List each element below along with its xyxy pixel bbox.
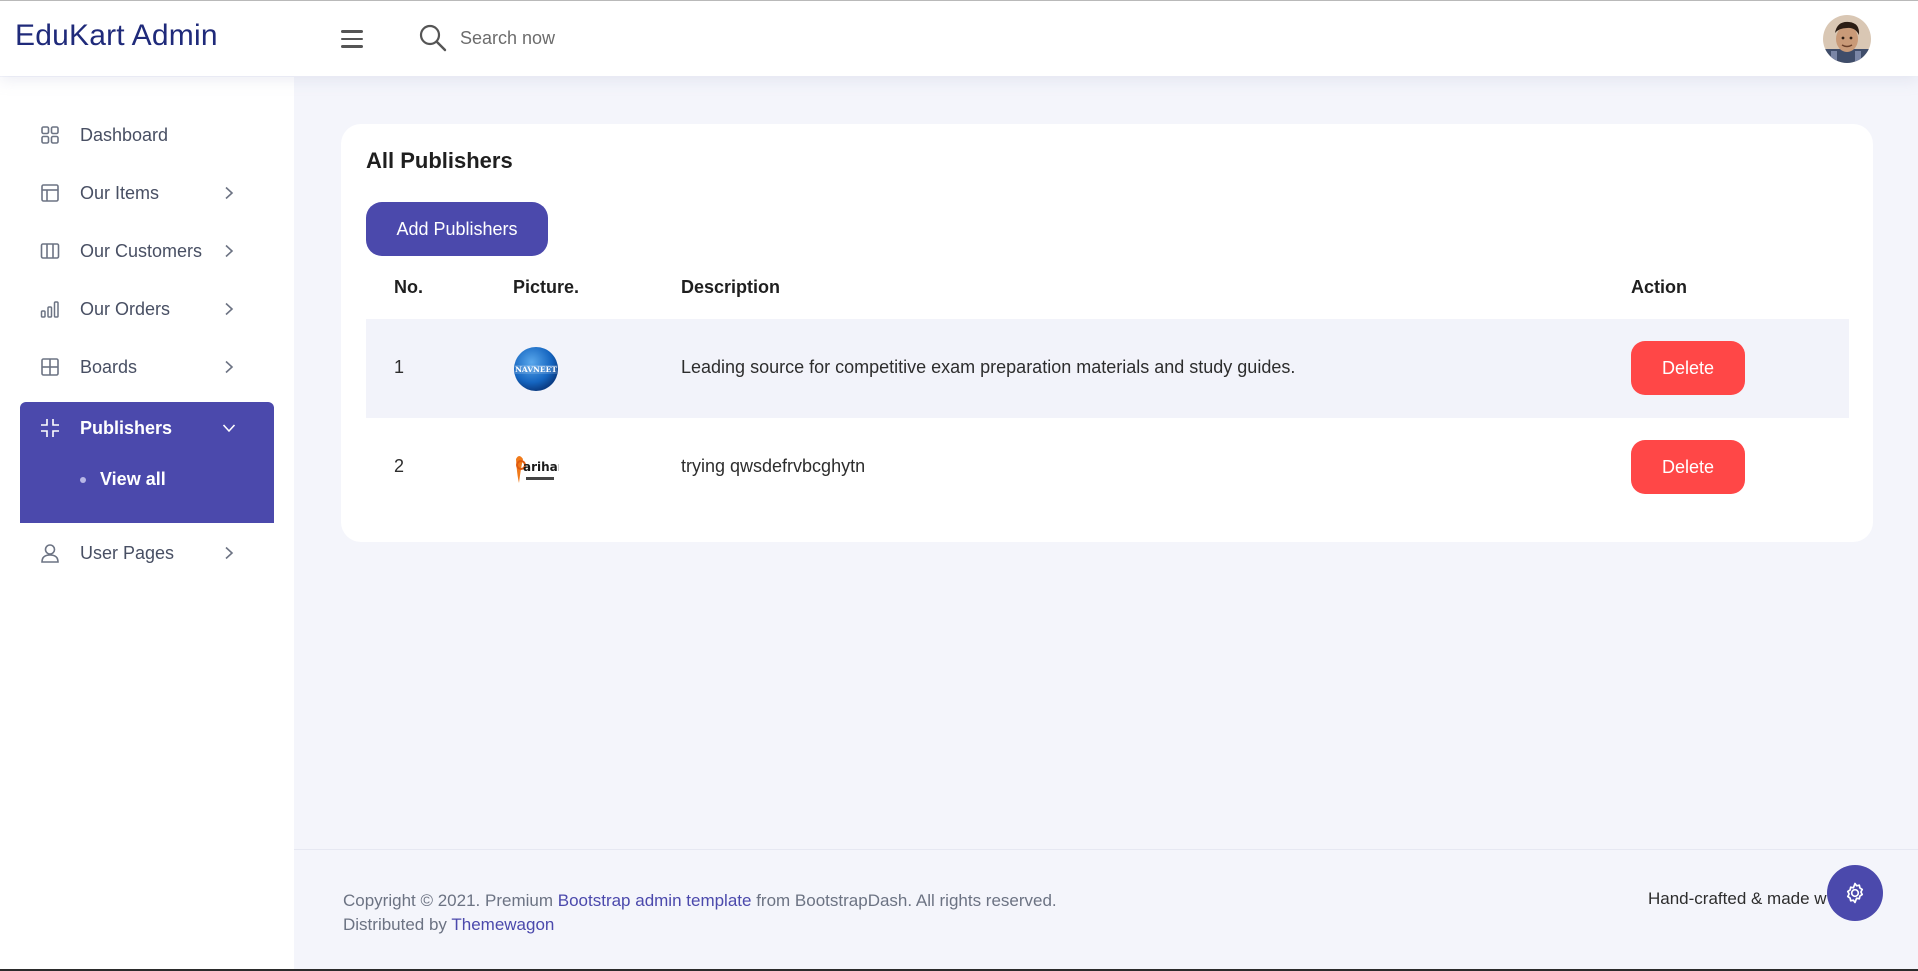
- chevron-right-icon: [225, 244, 234, 258]
- gear-icon: [1846, 882, 1864, 904]
- sidebar-item-our-customers[interactable]: Our Customers: [20, 225, 274, 277]
- chevron-right-icon: [225, 186, 234, 200]
- page-title: All Publishers: [366, 148, 513, 173]
- bullet-icon: [80, 476, 86, 483]
- publisher-logo: NAVNEET: [513, 346, 559, 392]
- add-publishers-button[interactable]: Add Publishers: [366, 202, 548, 256]
- sidebar-item-boards[interactable]: Boards: [20, 341, 274, 393]
- chevron-right-icon: [225, 302, 234, 316]
- sidebar-item-our-orders[interactable]: Our Orders: [20, 283, 274, 335]
- sidebar-item-label: Our Items: [80, 182, 160, 203]
- columns-icon: [40, 243, 60, 259]
- row-number: 2: [394, 456, 405, 476]
- user-icon: [41, 544, 59, 563]
- themewagon-link[interactable]: Themewagon: [451, 915, 554, 934]
- bootstrap-template-link[interactable]: Bootstrap admin template: [558, 891, 752, 910]
- copyright-text: Copyright © 2021. Premium Bootstrap admi…: [343, 889, 1057, 937]
- sidebar-item-our-items[interactable]: Our Items: [20, 167, 274, 219]
- grid-icon: [41, 126, 59, 144]
- sidebar: Dashboard Our Items Our Customers Our Or: [0, 77, 294, 971]
- search-icon: [419, 24, 447, 52]
- chevron-right-icon: [225, 546, 234, 560]
- table-grid-icon: [41, 358, 59, 376]
- sidebar-item-label: Publishers: [80, 417, 173, 438]
- column-header-picture: Picture.: [513, 277, 580, 297]
- publisher-logo: arihant: [513, 445, 559, 491]
- handcrafted-text: Hand-crafted & made w: [1648, 889, 1827, 908]
- delete-button[interactable]: Delete: [1631, 440, 1745, 494]
- column-header-no: No.: [394, 277, 423, 297]
- search-bar: [418, 23, 760, 53]
- copyright-suffix: from BootstrapDash. All rights reserved.: [756, 891, 1057, 910]
- brand-logo[interactable]: EduKart Admin: [15, 19, 218, 53]
- footer: Copyright © 2021. Premium Bootstrap admi…: [294, 849, 1918, 971]
- row-description: Leading source for competitive exam prep…: [681, 357, 1296, 377]
- sidebar-item-label: Boards: [80, 356, 138, 377]
- sidebar-subitem-label: View all: [100, 469, 166, 489]
- bar-chart-icon: [40, 301, 59, 318]
- sidebar-item-label: Dashboard: [80, 124, 169, 145]
- chevron-right-icon: [225, 360, 234, 374]
- chevron-down-icon: [222, 424, 236, 433]
- logo-text: arihant: [523, 460, 559, 474]
- publishers-card: All Publishers Add Publishers No. Pictur…: [341, 124, 1873, 542]
- top-navbar: EduKart Admin: [0, 0, 1918, 76]
- user-avatar[interactable]: [1823, 15, 1871, 63]
- row-description: trying qwsdefrvbcghytn: [681, 456, 866, 476]
- sidebar-item-dashboard[interactable]: Dashboard: [20, 109, 274, 161]
- menu-toggle-icon[interactable]: [341, 30, 367, 52]
- layout-icon: [41, 184, 59, 202]
- sidebar-subitem-view-all[interactable]: View all: [80, 469, 166, 490]
- sidebar-item-label: User Pages: [80, 542, 175, 563]
- sidebar-item-publishers[interactable]: Publishers: [20, 402, 274, 454]
- table-row: 1 NAVNEET Leading source for competitive…: [366, 319, 1849, 418]
- sidebar-item-label: Our Orders: [80, 298, 171, 319]
- sidebar-item-user-pages[interactable]: User Pages: [20, 527, 274, 579]
- row-number: 1: [394, 357, 405, 377]
- table-row: 2 arihant trying qwsdefrvbcghytn Delete: [366, 418, 1849, 517]
- settings-button[interactable]: [1827, 865, 1883, 921]
- column-header-action: Action: [1631, 277, 1687, 297]
- distributed-prefix: Distributed by: [343, 915, 447, 934]
- column-header-description: Description: [681, 277, 781, 297]
- copyright-prefix: Copyright © 2021. Premium: [343, 891, 554, 910]
- sidebar-item-label: Our Customers: [80, 240, 203, 261]
- compress-icon: [41, 419, 59, 437]
- logo-text: NAVNEET: [515, 365, 557, 374]
- search-input[interactable]: [460, 27, 760, 49]
- delete-button[interactable]: Delete: [1631, 341, 1745, 395]
